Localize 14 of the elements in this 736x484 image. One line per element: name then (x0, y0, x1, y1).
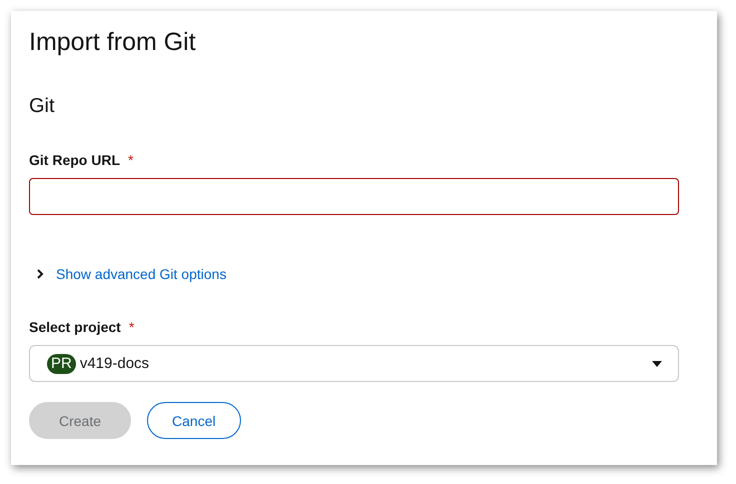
cancel-button[interactable]: Cancel (147, 402, 241, 439)
required-mark: * (128, 318, 134, 336)
field-label: Select project (29, 318, 121, 336)
select-value: v419-docs (80, 355, 150, 372)
caret-icon (652, 360, 662, 366)
page-title: Import from Git (29, 27, 197, 57)
field-label: Git Repo URL (29, 151, 120, 169)
section-title: Git (29, 94, 56, 118)
repo-url-field[interactable] (29, 178, 679, 215)
project-badge: PR (47, 354, 76, 374)
required-mark: * (128, 151, 134, 169)
advanced-options-toggle[interactable]: Show advanced Git options (29, 265, 226, 283)
chevron-icon (37, 269, 44, 279)
project-select[interactable]: PR v419-docs (29, 345, 679, 382)
